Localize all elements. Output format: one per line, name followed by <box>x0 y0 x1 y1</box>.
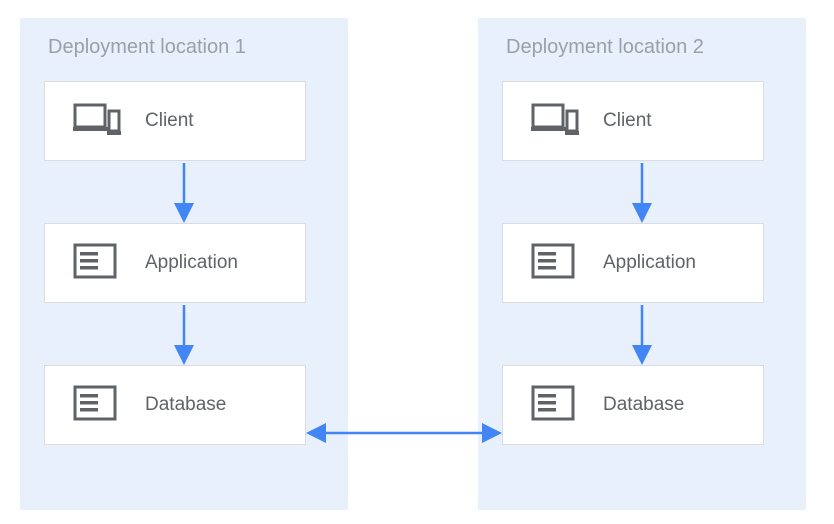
arrow-app-to-db-2 <box>502 303 782 365</box>
application-node: Application <box>502 223 764 303</box>
arrow-client-to-app-1 <box>44 161 324 223</box>
server-icon <box>73 243 121 283</box>
client-label: Client <box>145 110 194 132</box>
application-node: Application <box>44 223 306 303</box>
arrow-app-to-db-1 <box>44 303 324 365</box>
region-2-title: Deployment location 2 <box>506 36 782 59</box>
region-1-title: Deployment location 1 <box>48 36 324 59</box>
client-node: Client <box>502 81 764 161</box>
application-label: Application <box>603 252 696 274</box>
database-node: Database <box>502 365 764 445</box>
database-icon <box>531 385 579 425</box>
deployment-region-1: Deployment location 1 Client A <box>20 18 348 510</box>
server-icon <box>531 243 579 283</box>
application-label: Application <box>145 252 238 274</box>
database-label: Database <box>145 394 226 416</box>
database-label: Database <box>603 394 684 416</box>
client-icon <box>531 101 579 141</box>
client-icon <box>73 101 121 141</box>
database-icon <box>73 385 121 425</box>
client-label: Client <box>603 110 652 132</box>
deployment-region-2: Deployment location 2 Client A <box>478 18 806 510</box>
database-node: Database <box>44 365 306 445</box>
client-node: Client <box>44 81 306 161</box>
arrow-client-to-app-2 <box>502 161 782 223</box>
